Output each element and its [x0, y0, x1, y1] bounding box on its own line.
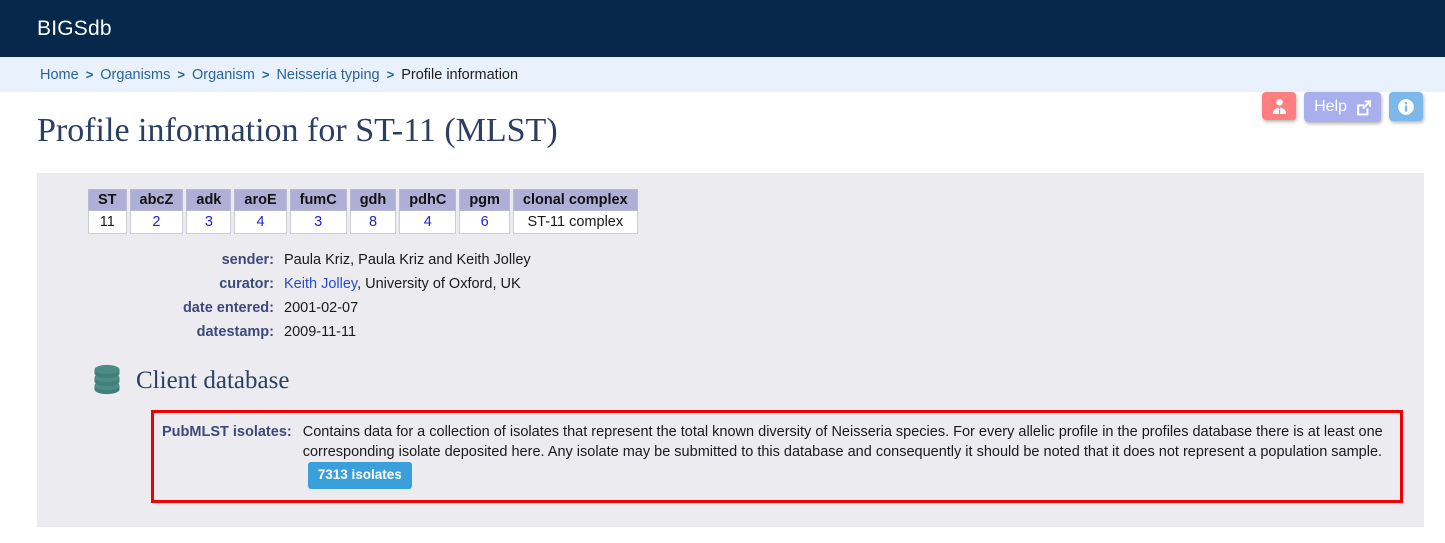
- client-database-title: Client database: [136, 367, 290, 394]
- table-row: 11 2 3 4 3 8 4 6 ST-11 complex: [88, 211, 638, 234]
- column-header-pdhc: pdhC: [399, 189, 457, 211]
- metadata-label-datestamp: datestamp:: [196, 324, 274, 340]
- database-icon: [94, 364, 120, 395]
- column-header-gdh: gdh: [349, 189, 397, 211]
- profile-content-panel: ST abcZ adk aroE fumC gdh pdhC pgm clona…: [37, 173, 1424, 527]
- cell-adk[interactable]: 3: [186, 211, 232, 234]
- breadcrumb-item-home[interactable]: Home: [40, 67, 79, 83]
- cell-gdh[interactable]: 8: [349, 211, 397, 234]
- help-button-label: Help: [1314, 98, 1347, 115]
- cell-pdhc[interactable]: 4: [399, 211, 457, 234]
- info-icon: [1398, 98, 1414, 115]
- breadcrumb-item-neisseria-typing[interactable]: Neisseria typing: [276, 67, 379, 83]
- curator-link[interactable]: Keith Jolley: [284, 276, 357, 292]
- page-title: Profile information for ST-11 (MLST): [37, 112, 558, 149]
- metadata-row-datestamp: datestamp: 2009-11-11: [37, 320, 1424, 344]
- metadata-row-date-entered: date entered: 2001-02-07: [37, 296, 1424, 320]
- help-button[interactable]: Help: [1304, 92, 1381, 122]
- cell-st: 11: [88, 211, 127, 234]
- breadcrumb-item-organisms[interactable]: Organisms: [100, 67, 170, 83]
- cell-clonal-complex: ST-11 complex: [512, 211, 638, 234]
- app-brand-title: BIGSdb: [37, 16, 112, 40]
- breadcrumb-item-current: Profile information: [401, 66, 519, 83]
- client-database-entry-highlight-box: PubMLST isolates: Contains data for a co…: [151, 410, 1403, 503]
- breadcrumb-separator: >: [386, 67, 395, 82]
- profile-allele-table: ST abcZ adk aroE fumC gdh pdhC pgm clona…: [85, 189, 641, 234]
- external-link-icon: [1357, 99, 1372, 115]
- column-header-pgm: pgm: [459, 189, 510, 211]
- cell-fumc[interactable]: 3: [289, 211, 347, 234]
- curator-affiliation: , University of Oxford, UK: [357, 276, 521, 292]
- column-header-abcz: abcZ: [129, 189, 184, 211]
- breadcrumb: Home > Organisms > Organism > Neisseria …: [0, 57, 1445, 92]
- breadcrumb-separator: >: [177, 67, 185, 82]
- metadata-value-curator: Keith Jolley, University of Oxford, UK: [284, 272, 521, 296]
- metadata-value-datestamp: 2009-11-11: [284, 324, 357, 340]
- description-text: Contains data for a collection of isolat…: [302, 424, 1383, 460]
- client-database-section-header: Client database: [91, 363, 1424, 399]
- column-header-st: ST: [88, 189, 127, 211]
- column-header-fumc: fumC: [289, 189, 347, 211]
- metadata-label-date-entered: date entered:: [182, 300, 274, 316]
- metadata-label-sender: sender:: [221, 252, 274, 268]
- top-navigation-bar: BIGSdb: [0, 0, 1445, 57]
- cell-pgm[interactable]: 6: [459, 211, 510, 234]
- column-header-adk: adk: [186, 189, 232, 211]
- metadata-row-sender: sender: Paula Kriz, Paula Kriz and Keith…: [37, 248, 1424, 272]
- breadcrumb-separator: >: [85, 67, 94, 82]
- breadcrumb-item-organism[interactable]: Organism: [192, 67, 255, 83]
- metadata-value-sender: Paula Kriz, Paula Kriz and Keith Jolley: [284, 252, 531, 268]
- isolate-count-badge[interactable]: 7313 isolates: [307, 462, 412, 489]
- client-database-entry-label: PubMLST isolates:: [162, 424, 292, 440]
- action-button-strip: Help: [1262, 92, 1423, 122]
- information-button[interactable]: [1389, 92, 1423, 121]
- column-header-aroe: aroE: [234, 189, 287, 211]
- user-icon: [1272, 98, 1286, 114]
- table-header-row: ST abcZ adk aroE fumC gdh pdhC pgm clona…: [88, 189, 638, 211]
- metadata-value-date-entered: 2001-02-07: [284, 300, 359, 316]
- client-database-entry-description: Contains data for a collection of isolat…: [303, 422, 1388, 489]
- cell-aroe[interactable]: 4: [234, 211, 287, 234]
- metadata-label-curator: curator:: [219, 276, 274, 292]
- user-account-button[interactable]: [1262, 92, 1297, 120]
- breadcrumb-separator: >: [261, 67, 270, 82]
- column-header-clonal-complex: clonal complex: [512, 189, 638, 211]
- metadata-row-curator: curator: Keith Jolley, University of Oxf…: [37, 272, 1424, 296]
- cell-abcz[interactable]: 2: [129, 211, 184, 234]
- profile-metadata-list: sender: Paula Kriz, Paula Kriz and Keith…: [37, 248, 1424, 344]
